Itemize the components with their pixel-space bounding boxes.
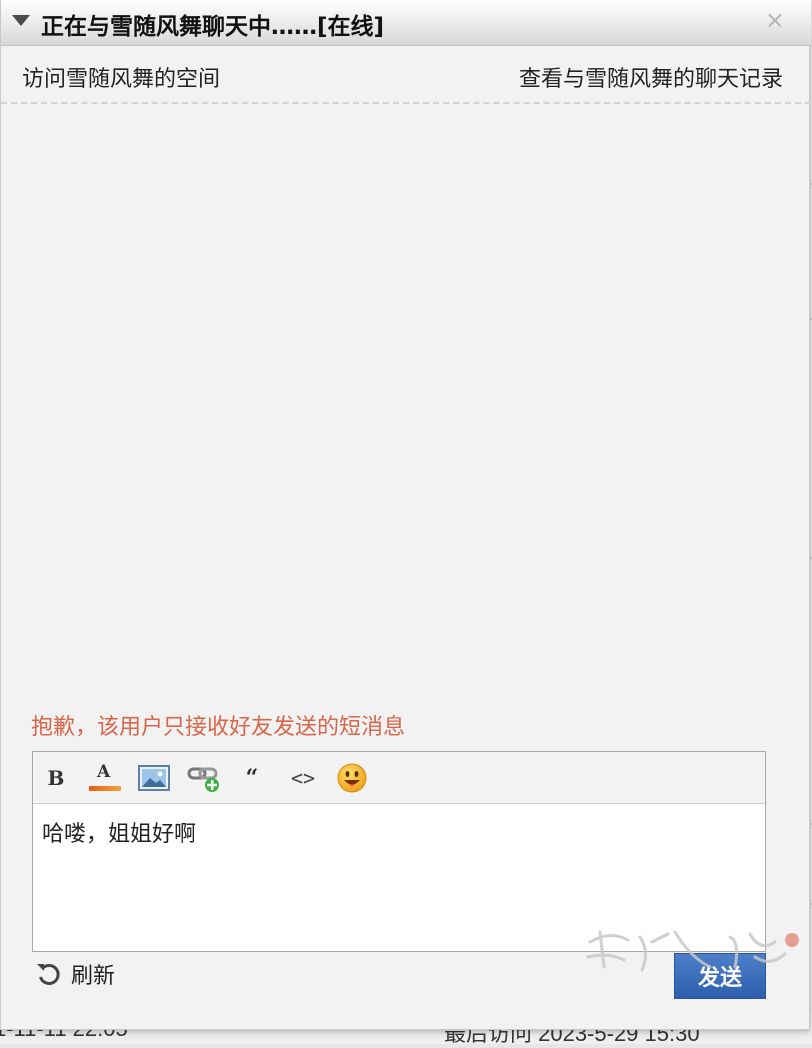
refresh-label: 刷新 (71, 964, 116, 989)
close-icon[interactable]: × (765, 6, 785, 34)
link-icon[interactable] (186, 762, 222, 794)
font-color-icon[interactable]: A (86, 762, 122, 794)
bold-icon[interactable]: B (38, 762, 74, 794)
links-row: 访问雪随风舞的空间 查看与雪随风舞的聊天记录 (1, 46, 811, 104)
font-color-swatch (89, 786, 121, 791)
message-input[interactable]: 哈喽，姐姐好啊 (42, 816, 196, 848)
code-icon[interactable]: <> (285, 762, 321, 794)
error-message: 抱歉，该用户只接收好友发送的短消息 (31, 715, 406, 740)
view-history-link[interactable]: 查看与雪随风舞的聊天记录 (519, 61, 783, 93)
editor-toolbar: B A “ <> (33, 752, 765, 804)
message-area (1, 106, 811, 702)
message-editor: B A “ <> 哈喽，姐姐好啊 (32, 751, 766, 952)
refresh-icon (37, 964, 60, 985)
chat-window: 正在与雪随风舞聊天中……[在线] × 访问雪随风舞的空间 查看与雪随风舞的聊天记… (0, 0, 811, 1030)
font-color-letter: A (97, 762, 111, 782)
send-button[interactable]: 发送 (674, 953, 766, 999)
collapse-triangle-icon[interactable] (12, 15, 30, 26)
smiley-icon[interactable] (334, 762, 370, 794)
visit-space-link[interactable]: 访问雪随风舞的空间 (22, 61, 220, 93)
image-icon[interactable] (136, 762, 172, 794)
quote-icon[interactable]: “ (234, 762, 270, 794)
window-title: 正在与雪随风舞聊天中……[在线] (41, 14, 385, 40)
title-bar[interactable]: 正在与雪随风舞聊天中……[在线] × (1, 0, 811, 46)
